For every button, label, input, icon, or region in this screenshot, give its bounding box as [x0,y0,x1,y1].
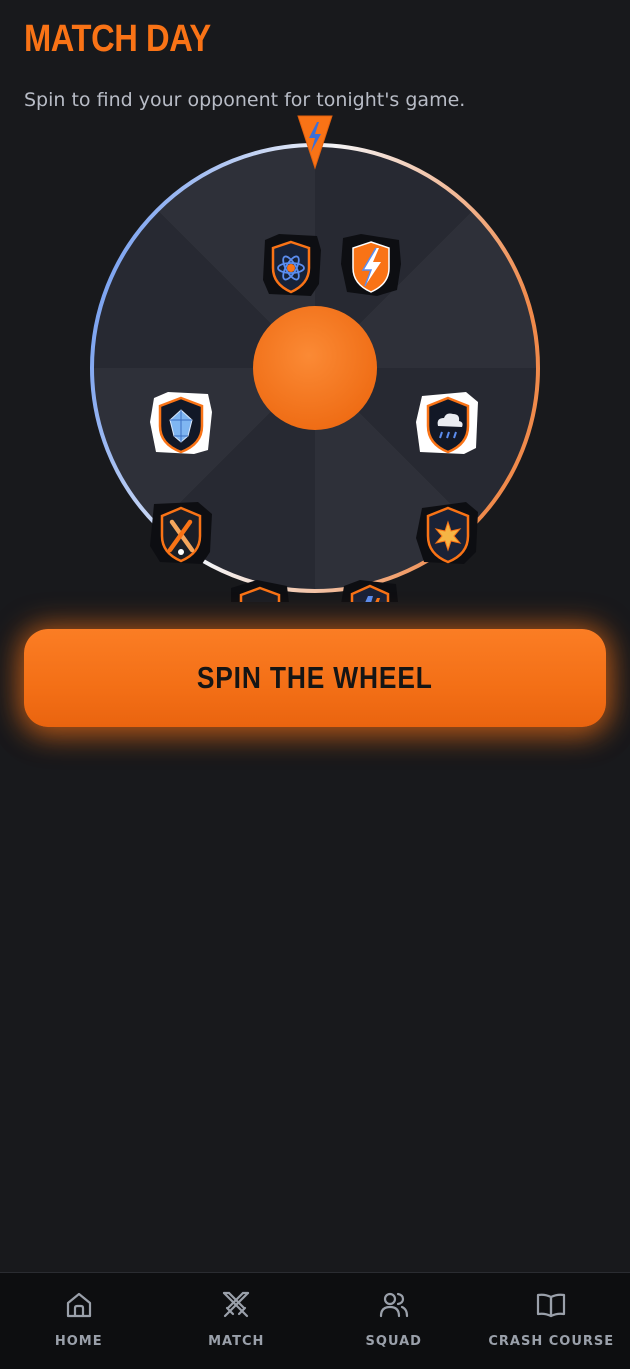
crossed-bats-shield-icon [150,502,212,564]
opponent-wheel[interactable] [0,112,630,602]
spin-wheel-button[interactable]: SPIN THE WHEEL [24,629,606,727]
bottom-nav: HOME MATCH SQUAD CRASH COURSE [0,1272,630,1369]
wheel-hub[interactable] [253,306,377,430]
book-icon [535,1289,567,1321]
home-icon [63,1289,95,1321]
crossed-swords-icon [220,1289,252,1321]
nav-label-home: HOME [55,1334,103,1349]
atom-shield-icon [263,234,321,296]
nav-item-home[interactable]: HOME [0,1273,158,1369]
nav-label-squad: SQUAD [366,1334,422,1349]
nav-item-match[interactable]: MATCH [158,1273,316,1369]
nav-label-crash-course: CRASH COURSE [488,1334,614,1349]
page-subtitle: Spin to find your opponent for tonight's… [24,89,465,111]
nav-item-crash-course[interactable]: CRASH COURSE [473,1273,630,1369]
lightning-shield-icon [341,234,401,296]
storm-cloud-shield-icon [416,392,478,454]
crystal-shield-icon [150,392,212,454]
nav-item-squad[interactable]: SQUAD [315,1273,473,1369]
spin-wheel-label: SPIN THE WHEEL [197,660,433,696]
users-icon [378,1289,410,1321]
page-title: MATCH DAY [24,18,211,61]
starburst-shield-icon [416,502,478,564]
nav-label-match: MATCH [208,1334,264,1349]
